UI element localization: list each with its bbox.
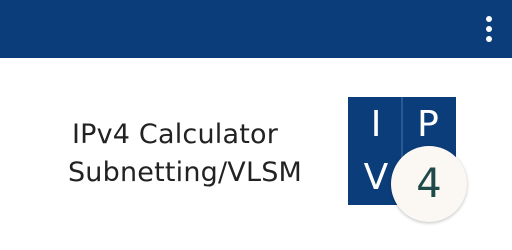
app-title-line2: Subnetting/VLSM	[67, 157, 303, 188]
logo-letter-v: V	[363, 157, 389, 198]
logo-letter-i: I	[370, 104, 382, 145]
app-screen: IPv4 Calculator Subnetting/VLSM I P V 4	[0, 0, 512, 250]
app-title: IPv4 Calculator Subnetting/VLSM	[0, 118, 330, 190]
logo-badge: 4	[391, 146, 467, 222]
more-vert-icon-dot	[486, 36, 492, 42]
more-vert-icon	[486, 16, 492, 22]
app-title-line1: IPv4 Calculator	[71, 119, 279, 150]
app-bar	[0, 0, 512, 58]
logo-badge-number: 4	[416, 161, 442, 207]
overflow-menu-button[interactable]	[482, 12, 496, 46]
logo-letter-p: P	[417, 104, 439, 145]
more-vert-icon-dot	[486, 26, 492, 32]
